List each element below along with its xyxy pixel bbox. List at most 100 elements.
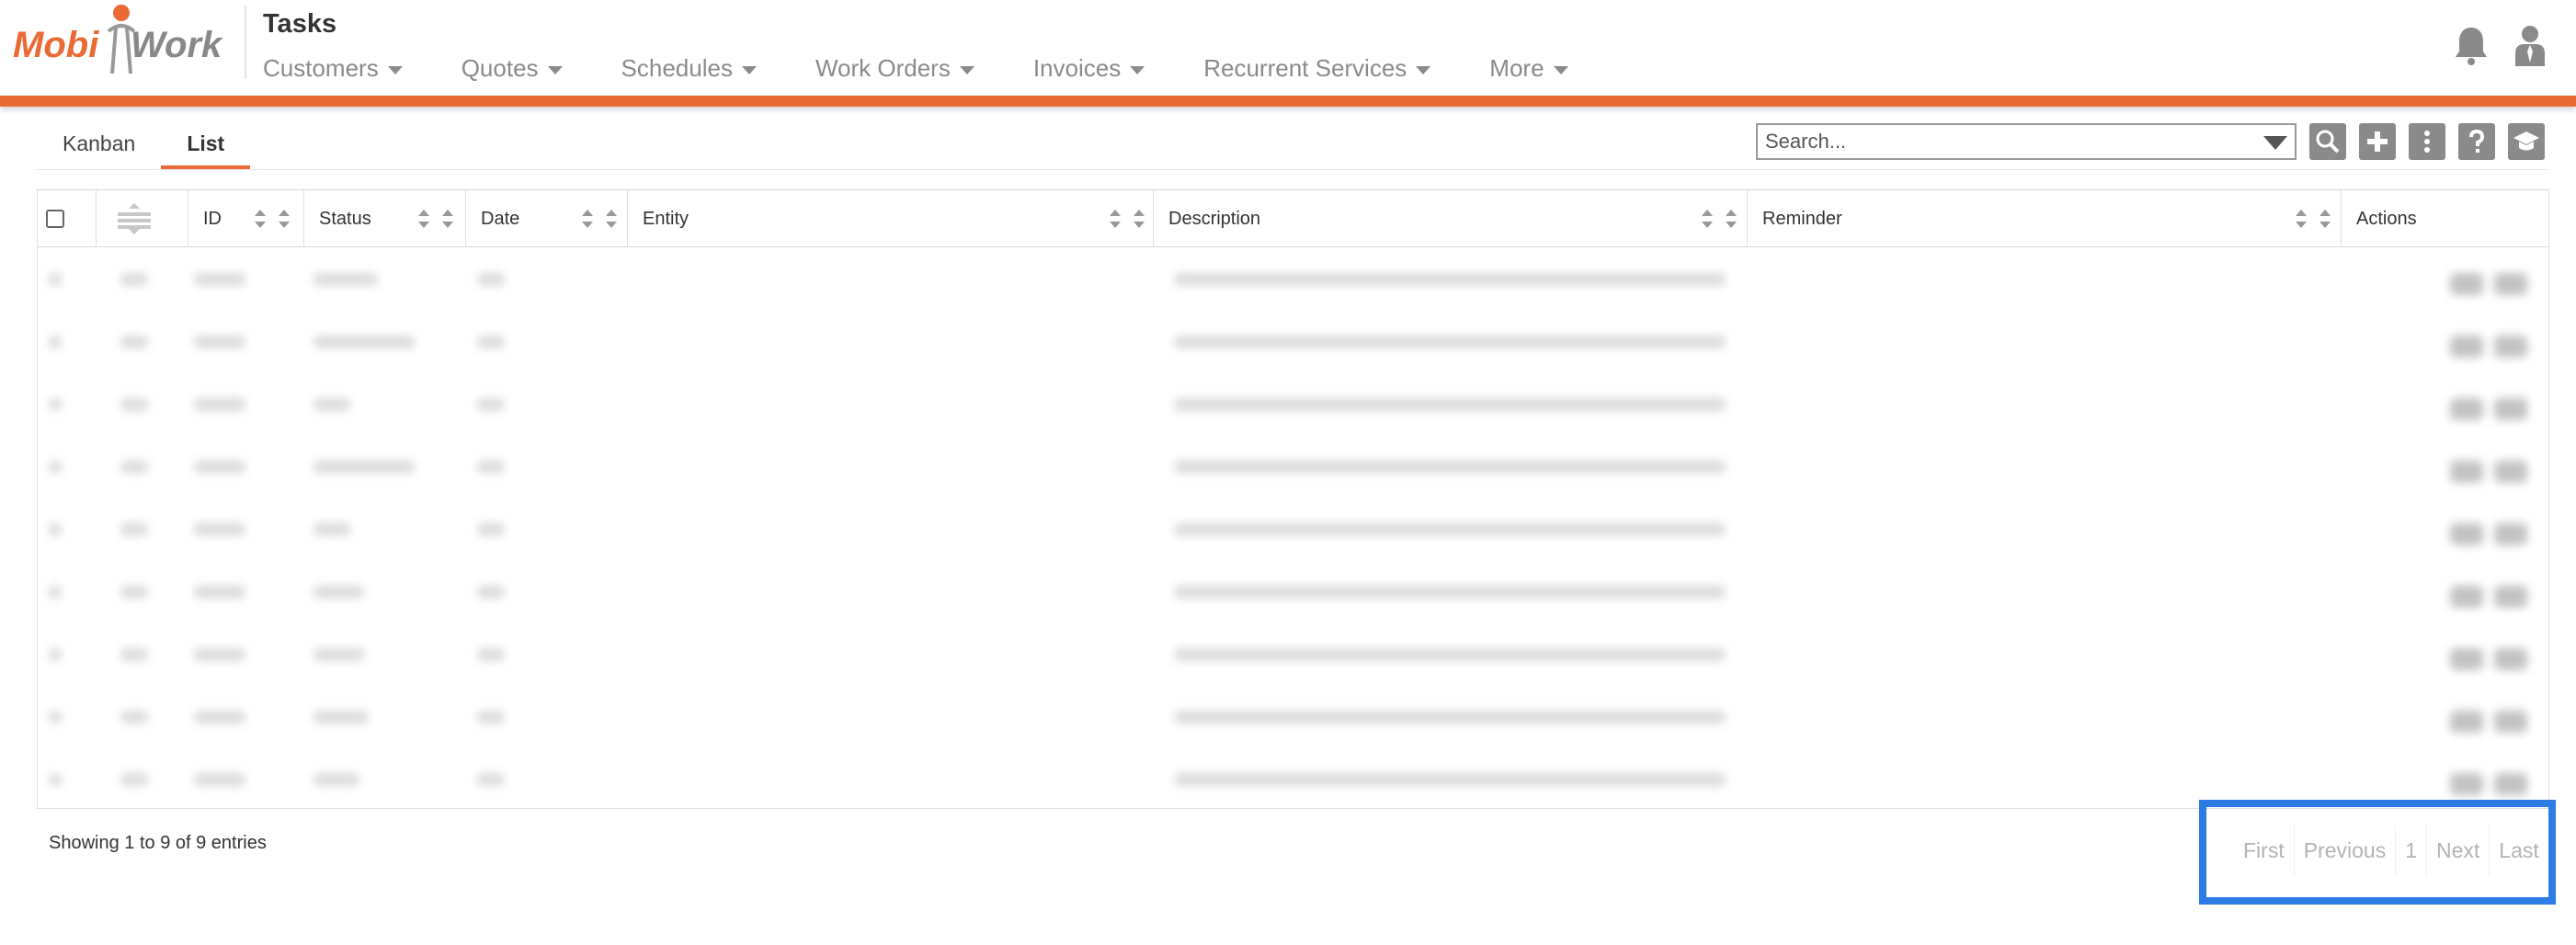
table-row[interactable] [38, 689, 2548, 751]
search-button[interactable] [2309, 123, 2346, 160]
plus-icon [2367, 131, 2388, 152]
nav-customers[interactable]: Customers [263, 51, 403, 85]
blurred-cell [477, 773, 505, 786]
column-description[interactable]: Description [1154, 190, 1748, 247]
bell-icon[interactable] [2453, 24, 2490, 66]
row-action-button[interactable] [2494, 773, 2527, 795]
blurred-cell [1174, 336, 1726, 348]
column-date-label: Date [481, 208, 520, 229]
column-id[interactable]: ID [188, 190, 304, 247]
more-vertical-icon [2424, 131, 2430, 153]
tasks-table: ID Status Date Entity Description Remind… [37, 189, 2549, 809]
blurred-cell [49, 773, 62, 786]
blurred-cell [313, 773, 359, 786]
blurred-cell [477, 336, 505, 348]
row-action-button[interactable] [2450, 773, 2483, 795]
training-button[interactable] [2508, 123, 2545, 160]
search-icon [2316, 130, 2340, 154]
row-action-button[interactable] [2450, 273, 2483, 295]
search-input[interactable] [1758, 125, 2245, 158]
search-field[interactable] [1756, 123, 2297, 160]
row-action-button[interactable] [2450, 523, 2483, 545]
sort-icon [418, 210, 429, 228]
column-settings-cell [97, 190, 188, 247]
app-header: Mobi Work Tasks Customers Quotes Schedul… [0, 0, 2576, 96]
tab-list[interactable]: List [161, 129, 251, 169]
blurred-cell [1174, 398, 1726, 411]
pagination-previous[interactable]: Previous [2293, 825, 2395, 876]
blurred-cell [313, 461, 415, 473]
header-accent-bar [0, 96, 2576, 107]
blurred-cell [49, 648, 62, 661]
graduation-cap-icon [2513, 131, 2539, 151]
blurred-cell [1174, 461, 1726, 473]
header-icons [2453, 24, 2548, 66]
row-action-button[interactable] [2494, 648, 2527, 670]
help-icon [2469, 129, 2485, 153]
row-action-button[interactable] [2494, 461, 2527, 483]
blurred-cell [120, 273, 148, 286]
pagination-next[interactable]: Next [2426, 825, 2489, 876]
nav-recurrent-services[interactable]: Recurrent Services [1203, 51, 1431, 85]
nav-work-orders[interactable]: Work Orders [815, 51, 975, 85]
table-row[interactable] [38, 438, 2548, 501]
sort-icon [279, 210, 290, 228]
row-action-button[interactable] [2494, 711, 2527, 733]
nav-schedules[interactable]: Schedules [621, 51, 757, 85]
help-button[interactable] [2458, 123, 2495, 160]
user-icon[interactable] [2512, 24, 2548, 66]
row-action-button[interactable] [2494, 523, 2527, 545]
column-settings-icon[interactable] [115, 203, 154, 234]
svg-text:Work: Work [131, 25, 223, 65]
row-action-button[interactable] [2494, 398, 2527, 420]
table-row[interactable] [38, 251, 2548, 313]
table-row[interactable] [38, 564, 2548, 626]
column-entity[interactable]: Entity [628, 190, 1154, 247]
blurred-cell [120, 648, 148, 661]
nav-more[interactable]: More [1489, 51, 1568, 85]
chevron-down-icon [387, 65, 403, 74]
list-toolbar [1756, 123, 2545, 160]
column-date[interactable]: Date [466, 190, 628, 247]
column-entity-label: Entity [643, 208, 690, 229]
caret-down-icon[interactable] [2263, 136, 2287, 150]
blurred-cell [313, 523, 350, 536]
pagination-first[interactable]: First [2234, 825, 2294, 876]
row-action-button[interactable] [2450, 586, 2483, 608]
table-row[interactable] [38, 501, 2548, 564]
pagination-page[interactable]: 1 [2395, 825, 2426, 876]
mobiwork-logo[interactable]: Mobi Work [13, 0, 234, 81]
blurred-cell [120, 773, 148, 786]
table-header: ID Status Date Entity Description Remind… [38, 190, 2548, 247]
select-all-checkbox[interactable] [46, 210, 64, 228]
nav-invoices[interactable]: Invoices [1032, 51, 1146, 85]
row-action-button[interactable] [2450, 711, 2483, 733]
blurred-cell [194, 398, 245, 411]
nav-invoices-label: Invoices [1032, 53, 1122, 82]
table-row[interactable] [38, 751, 2548, 814]
blurred-cell [313, 711, 369, 723]
row-action-button[interactable] [2450, 648, 2483, 670]
row-action-button[interactable] [2494, 336, 2527, 358]
row-action-button[interactable] [2494, 273, 2527, 295]
nav-quotes[interactable]: Quotes [462, 51, 563, 85]
pagination-last[interactable]: Last [2489, 825, 2548, 876]
chevron-down-icon [547, 65, 563, 74]
row-action-button[interactable] [2494, 586, 2527, 608]
nav-customers-label: Customers [263, 53, 379, 82]
tab-kanban[interactable]: Kanban [37, 129, 161, 169]
column-status[interactable]: Status [304, 190, 466, 247]
table-row[interactable] [38, 626, 2548, 689]
sort-icon [1134, 210, 1145, 228]
table-row[interactable] [38, 376, 2548, 438]
blurred-cell [477, 398, 505, 411]
row-action-button[interactable] [2450, 461, 2483, 483]
blurred-cell [1174, 586, 1726, 598]
more-options-button[interactable] [2409, 123, 2445, 160]
blurred-cell [194, 461, 245, 473]
row-action-button[interactable] [2450, 336, 2483, 358]
row-action-button[interactable] [2450, 398, 2483, 420]
column-reminder[interactable]: Reminder [1748, 190, 2342, 247]
add-button[interactable] [2359, 123, 2396, 160]
table-row[interactable] [38, 313, 2548, 376]
